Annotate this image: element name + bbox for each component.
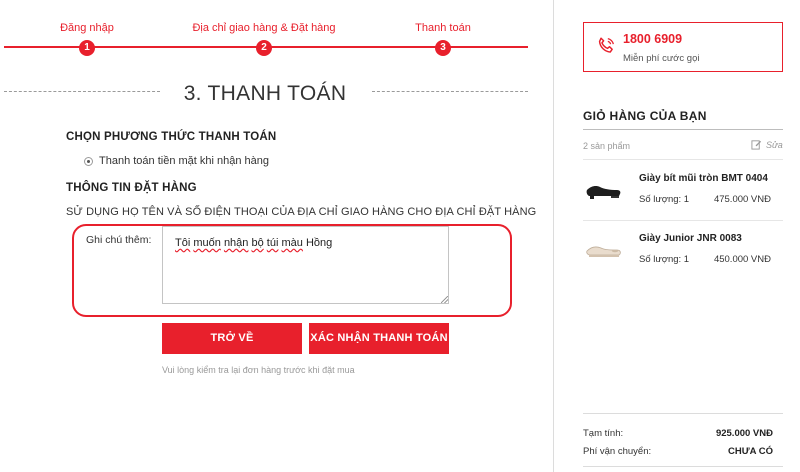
back-button[interactable]: TRỞ VỀ	[162, 323, 302, 354]
confirm-payment-button[interactable]: XÁC NHẬN THANH TOÁN	[309, 323, 449, 354]
textarea-resize-handle[interactable]	[441, 296, 448, 303]
cart-item-price: 450.000 VNĐ	[713, 254, 771, 265]
note-word: màu	[281, 237, 303, 249]
cart-item-qty: Số lượng: 1	[639, 254, 690, 265]
payment-option-cod[interactable]: Thanh toán tiền mặt khi nhận hàng	[84, 155, 269, 167]
black-shoe-icon	[586, 186, 621, 199]
shipping-row: Phí vận chuyển: CHƯA CÓ	[583, 446, 773, 457]
hotline-number: 1800 6909	[623, 32, 683, 46]
bottom-divider	[583, 466, 783, 467]
heading-divider-left	[4, 91, 160, 92]
edit-icon	[751, 140, 762, 150]
beige-shoe-icon	[586, 246, 621, 257]
column-divider	[553, 0, 554, 472]
subtotal-label: Tạm tính:	[583, 428, 624, 439]
step-number: 1	[79, 40, 95, 56]
cart-divider	[583, 159, 783, 160]
step-label: Đăng nhập	[60, 22, 114, 34]
note-word: nhận	[223, 237, 249, 249]
cart-item-count: 2 sản phẩm	[583, 141, 631, 151]
note-word: túi	[266, 237, 279, 249]
step-label: Thanh toán	[415, 22, 471, 34]
note-textarea[interactable]: Tôi muốn nhận bộ túi màu Hồng	[162, 226, 449, 304]
totals-divider	[583, 413, 783, 414]
heading-divider-right	[372, 91, 528, 92]
shipping-value: CHƯA CÓ	[728, 446, 773, 457]
shipping-label: Phí vận chuyển:	[583, 446, 652, 457]
subtotal-value: 925.000 VNĐ	[715, 428, 773, 439]
step-shipping-address[interactable]: Địa chỉ giao hàng & Đặt hàng 2	[174, 0, 354, 56]
edit-cart-link[interactable]: Sửa	[751, 139, 783, 150]
edit-label: Sửa	[766, 139, 783, 150]
cart-item-qty: Số lượng: 1	[639, 194, 690, 205]
cart-item-price: 475.000 VNĐ	[713, 194, 771, 205]
cart-item[interactable]: Giày bít mũi tròn BMT 0404 Số lượng: 1 4…	[583, 173, 783, 217]
cart-divider	[583, 220, 783, 221]
payment-option-label: Thanh toán tiền mặt khi nhận hàng	[99, 155, 270, 167]
note-word: bộ	[251, 237, 264, 249]
checkout-steps: Đăng nhập 1 Địa chỉ giao hàng & Đặt hàng…	[0, 0, 540, 60]
step-number: 2	[256, 40, 272, 56]
step-login[interactable]: Đăng nhập 1	[0, 0, 177, 56]
step-number: 3	[435, 40, 451, 56]
subtotal-row: Tạm tính: 925.000 VNĐ	[583, 428, 773, 439]
order-info-notice: SỬ DỤNG HỌ TÊN VÀ SỐ ĐIỆN THOẠI CỦA ĐỊA …	[66, 206, 537, 218]
payment-method-title: CHỌN PHƯƠNG THỨC THANH TOÁN	[66, 131, 277, 143]
radio-selected-icon[interactable]	[84, 156, 93, 166]
page-title: 3. THANH TOÁN	[183, 82, 347, 105]
cart-item-name: Giày Junior JNR 0083	[639, 233, 742, 244]
step-payment[interactable]: Thanh toán 3	[353, 0, 533, 56]
checkout-hint: Vui lòng kiểm tra lại đơn hàng trước khi…	[162, 365, 355, 375]
cart-title-divider	[583, 129, 783, 130]
cart-item[interactable]: Giày Junior JNR 0083 Số lượng: 1 450.000…	[583, 233, 783, 277]
cart-item-name: Giày bít mũi tròn BMT 0404	[639, 173, 768, 184]
cart-title: GIỎ HÀNG CỦA BẠN	[583, 109, 707, 123]
note-word: Tôi	[175, 237, 191, 249]
phone-icon	[598, 37, 614, 53]
note-label: Ghi chú thêm:	[86, 234, 152, 246]
order-info-title: THÔNG TIN ĐẶT HÀNG	[66, 182, 197, 194]
hotline-box[interactable]: 1800 6909 Miễn phí cước gọi	[583, 22, 783, 72]
step-label: Địa chỉ giao hàng & Đặt hàng	[192, 22, 336, 34]
note-word: Hồng	[305, 237, 333, 249]
hotline-subtext: Miễn phí cước gọi	[623, 53, 700, 64]
note-word: muốn	[193, 237, 221, 249]
